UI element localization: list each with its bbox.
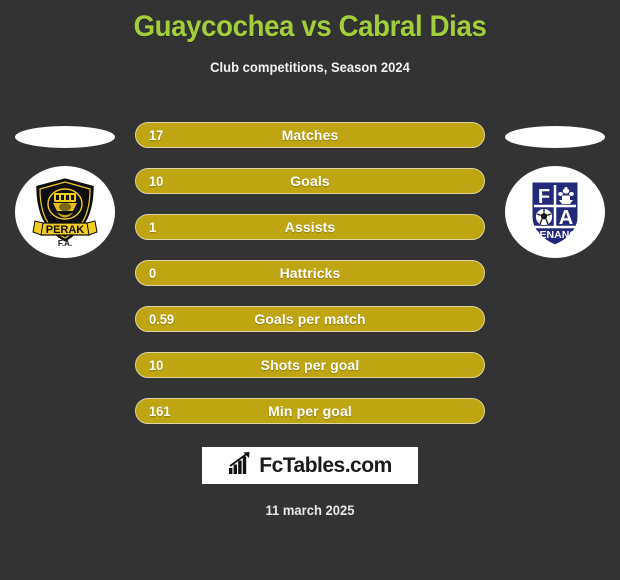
svg-text:A: A bbox=[559, 207, 573, 229]
stat-label: Min per goal bbox=[268, 403, 352, 419]
away-logo-backdrop: F A PENANG bbox=[505, 166, 605, 258]
header: Guaycochea vs Cabral Dias Club competiti… bbox=[0, 0, 620, 76]
svg-text:PENANG: PENANG bbox=[533, 229, 578, 241]
svg-text:F: F bbox=[538, 186, 550, 208]
stat-label: Shots per goal bbox=[260, 357, 360, 373]
bar-chart-growth-icon bbox=[228, 451, 254, 480]
home-team-logo-slot: PERAK F.A. bbox=[6, 118, 124, 288]
stat-label: Matches bbox=[281, 127, 339, 143]
stat-row-matches: 17 Matches bbox=[135, 122, 485, 148]
stat-label: Assists bbox=[284, 219, 336, 235]
stat-row-min-per-goal: 161 Min per goal bbox=[135, 398, 485, 424]
stat-label: Goals per match bbox=[254, 311, 366, 327]
brand-name: FcTables.com bbox=[259, 453, 392, 477]
svg-text:PERAK: PERAK bbox=[46, 224, 85, 236]
svg-text:F.A.: F.A. bbox=[58, 239, 72, 248]
stat-row-shots-per-goal: 10 Shots per goal bbox=[135, 352, 485, 378]
report-date: 11 march 2025 bbox=[265, 502, 355, 518]
stat-row-goals-per-match: 0.59 Goals per match bbox=[135, 306, 485, 332]
perak-fa-crest-icon: PERAK F.A. bbox=[29, 173, 101, 251]
stat-label: Goals bbox=[290, 173, 330, 189]
fctables-brand-logo[interactable]: FcTables.com bbox=[202, 447, 418, 484]
away-team-logo-slot: F A PENANG bbox=[496, 118, 614, 288]
page-title: Guaycochea vs Cabral Dias bbox=[133, 10, 487, 43]
stat-rows: 17 Matches 10 Goals 1 Assists 0 Hattrick… bbox=[135, 122, 485, 444]
stat-row-hattricks: 0 Hattricks bbox=[135, 260, 485, 286]
home-logo-backdrop: PERAK F.A. bbox=[15, 166, 115, 258]
stat-label: Hattricks bbox=[279, 265, 341, 281]
penang-fa-crest-icon: F A PENANG bbox=[519, 173, 591, 251]
comparison-board: PERAK F.A. F A PENANG 17 Matches 10 Goal… bbox=[0, 112, 620, 442]
page-subtitle: Club competitions, Season 2024 bbox=[210, 59, 410, 75]
stat-row-goals: 10 Goals bbox=[135, 168, 485, 194]
home-decorative-ellipse bbox=[15, 126, 115, 148]
away-decorative-ellipse bbox=[505, 126, 605, 148]
stat-row-assists: 1 Assists bbox=[135, 214, 485, 240]
